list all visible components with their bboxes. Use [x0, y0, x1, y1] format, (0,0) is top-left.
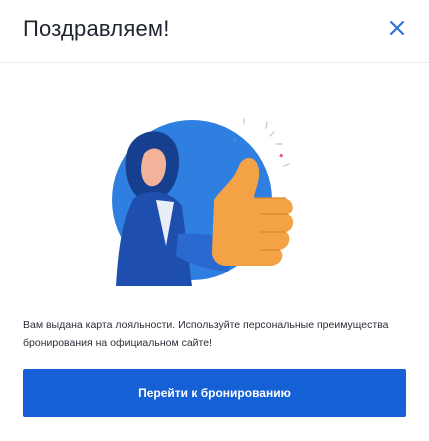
go-to-booking-button[interactable]: Перейти к бронированию [23, 369, 406, 417]
dialog-title: Поздравляем! [23, 16, 170, 41]
close-icon[interactable] [386, 17, 408, 39]
loyalty-card-message: Вам выдана карта лояльности. Используйте… [23, 319, 389, 349]
confetti [279, 153, 284, 158]
thumbs-up-illustration [112, 118, 294, 286]
dialog-header: Поздравляем! [0, 0, 429, 63]
